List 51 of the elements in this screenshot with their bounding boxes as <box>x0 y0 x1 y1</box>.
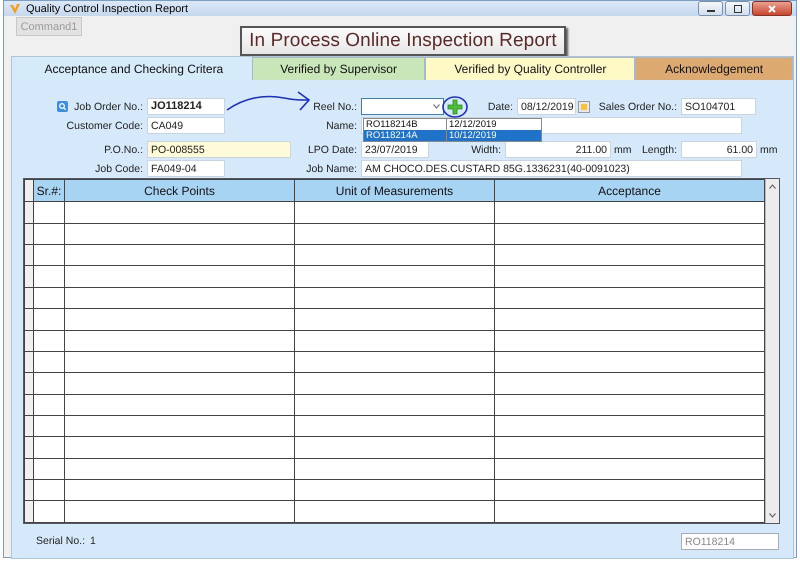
serial-value: 1 <box>90 535 96 547</box>
close-icon <box>768 4 776 12</box>
window-title: Quality Control Inspection Report <box>26 2 188 14</box>
app-icon <box>8 2 22 16</box>
close-button[interactable] <box>752 1 792 16</box>
caret-icon <box>433 104 440 109</box>
serial-label: Serial No.: <box>36 535 86 547</box>
report-banner: In Process Online Inspection Report <box>240 26 566 56</box>
reel-number: RO118214A <box>364 130 447 141</box>
field-label: Job Order No.: <box>74 100 144 112</box>
field-label: Job Name: <box>305 162 358 174</box>
field-label: Customer Code: <box>66 120 144 132</box>
scrollbar[interactable] <box>765 179 779 523</box>
column-header[interactable]: Sr.#: <box>34 180 64 202</box>
search-icon[interactable] <box>57 101 68 112</box>
add-icon[interactable] <box>447 98 463 114</box>
input-field[interactable]: 61.00 <box>681 141 757 158</box>
input-field[interactable]: PO-008555 <box>147 141 291 158</box>
tab[interactable]: Verified by Quality Controller <box>425 57 636 80</box>
input-field[interactable]: 23/07/2019 <box>361 141 429 158</box>
input-field[interactable]: 08/12/2019 <box>517 98 576 115</box>
field-label: Width: <box>470 144 502 156</box>
scroll-up-icon[interactable] <box>769 184 776 189</box>
reel-dropdown[interactable] <box>361 98 444 115</box>
field-label: Reel No.: <box>313 100 358 112</box>
input-field[interactable]: CA049 <box>147 117 225 134</box>
field-label: P.O.No.: <box>103 144 144 156</box>
column-header[interactable]: Check Points <box>64 180 294 202</box>
minimize-button[interactable] <box>698 1 723 16</box>
input-field[interactable]: FA049-04 <box>147 160 225 177</box>
column-header[interactable]: Unit of Measurements <box>294 180 494 202</box>
field-label: Job Code: <box>94 162 144 174</box>
tab[interactable]: Acknowledgement <box>635 57 794 80</box>
annotation-circle <box>442 96 468 118</box>
dropdown-item[interactable]: RO118214A 10/12/2019 <box>364 130 541 141</box>
input-field[interactable]: SO104701 <box>681 98 756 115</box>
field-label: Date: <box>486 100 514 112</box>
maximize-icon <box>734 4 742 12</box>
scroll-down-icon[interactable] <box>769 513 776 518</box>
input-field[interactable]: JO118214 <box>147 98 225 115</box>
maximize-button[interactable] <box>725 1 750 16</box>
field-label: LPO Date: <box>306 144 358 156</box>
field-label: Name: <box>325 120 358 132</box>
column-header[interactable]: Acceptance <box>494 180 765 202</box>
tab[interactable]: Verified by Supervisor <box>252 57 426 80</box>
field-label: Length: <box>640 144 678 156</box>
input-field[interactable]: AM CHOCO.DES.CUSTARD 85G.1336231(40-0091023) <box>361 160 742 177</box>
input-field[interactable]: 211.00 <box>505 141 611 158</box>
reel-date: 12/12/2019 <box>448 119 497 130</box>
reel-date: 10/12/2019 <box>448 130 497 141</box>
field-label: Sales Order No.: <box>598 100 678 112</box>
